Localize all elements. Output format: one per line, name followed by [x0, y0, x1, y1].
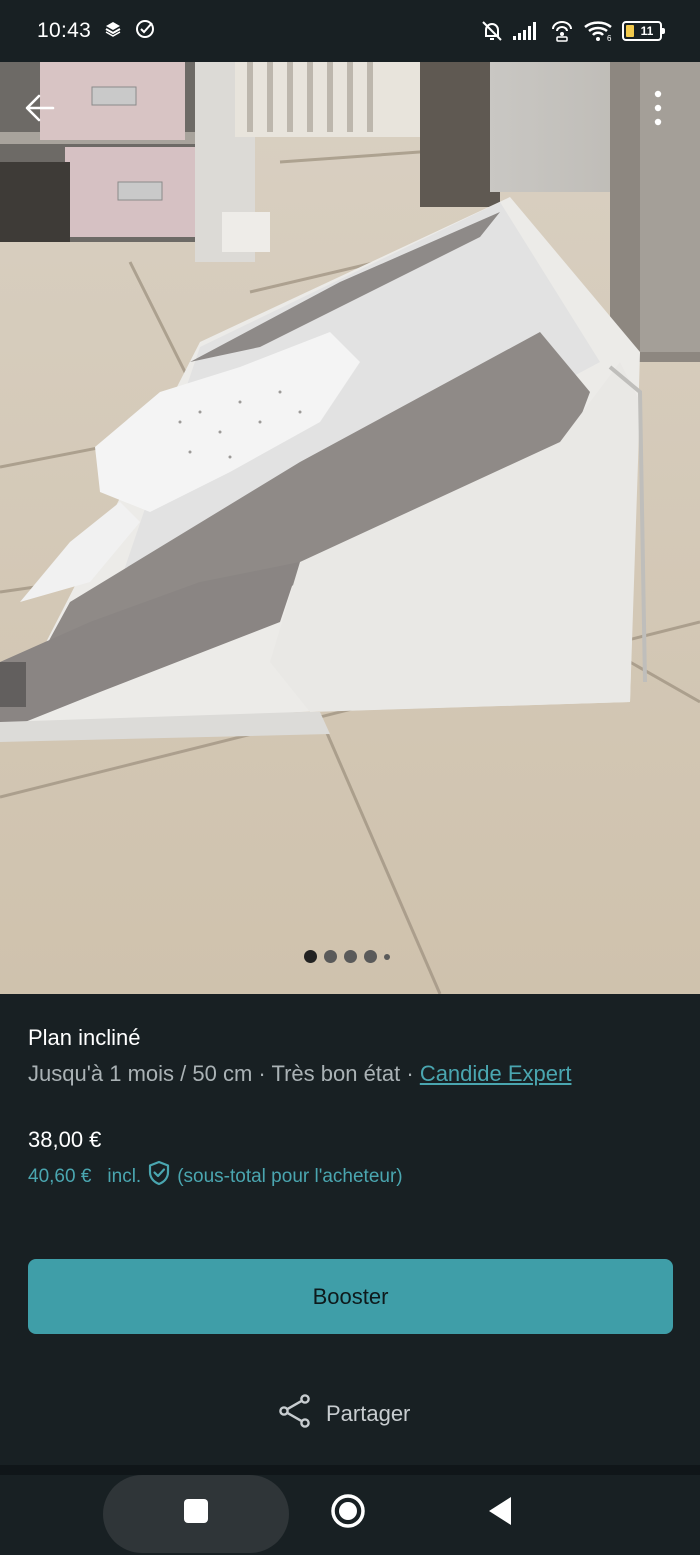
shield-check-icon[interactable]: [147, 1160, 171, 1193]
system-nav-bar: [0, 1475, 700, 1555]
item-info: Plan incliné Jusqu'à 1 mois / 50 cm · Tr…: [28, 1024, 678, 1193]
arrow-left-icon: [25, 94, 55, 127]
back-button[interactable]: [18, 88, 62, 132]
carousel-dot[interactable]: [324, 950, 337, 963]
total-price: 40,60 €: [28, 1165, 92, 1187]
carousel-dot[interactable]: [384, 953, 390, 960]
product-image: [0, 62, 700, 994]
wifi-icon: 6: [583, 20, 613, 42]
more-options-button[interactable]: [636, 86, 680, 134]
status-bar: 10:43 6 11: [0, 0, 700, 62]
signal-icon: [513, 22, 541, 40]
carousel-dot[interactable]: [304, 950, 317, 963]
share-label: Partager: [326, 1401, 411, 1426]
layers-icon: [105, 21, 121, 42]
item-subtitle: Jusqu'à 1 mois / 50 cm · Très bon état ·…: [28, 1060, 678, 1088]
carousel-indicator: [304, 950, 390, 963]
more-vertical-icon: [654, 90, 662, 131]
status-right: 6 11: [480, 19, 665, 43]
item-title: Plan incliné: [28, 1025, 141, 1050]
battery-icon: 11: [622, 21, 665, 41]
recents-square-icon: [183, 1498, 209, 1529]
total-note: (sous-total pour l'acheteur): [177, 1165, 403, 1187]
carousel-dot[interactable]: [364, 950, 377, 963]
home-button[interactable]: [324, 1489, 372, 1537]
hotspot-icon: [550, 20, 574, 42]
total-incl: incl.: [107, 1165, 142, 1187]
share-button[interactable]: Partager: [278, 1392, 410, 1436]
svg-text:6: 6: [607, 34, 612, 42]
recents-button[interactable]: [172, 1493, 220, 1533]
item-photo[interactable]: [0, 62, 700, 994]
check-circle-icon: [135, 19, 155, 44]
booster-button[interactable]: Booster: [28, 1259, 673, 1334]
bell-off-icon: [480, 19, 504, 43]
battery-level: 11: [640, 24, 654, 38]
status-time: 10:43: [37, 19, 92, 42]
nav-divider: [0, 1465, 700, 1475]
buyer-total: 40,60 € incl. (sous-total pour l'acheteu…: [28, 1160, 678, 1193]
home-circle-icon: [330, 1493, 366, 1534]
share-icon: [278, 1394, 312, 1434]
brand-link[interactable]: Candide Expert: [420, 1061, 572, 1086]
back-triangle-icon: [487, 1496, 513, 1531]
status-left: 10:43: [37, 19, 155, 44]
system-back-button[interactable]: [476, 1491, 524, 1535]
carousel-dot[interactable]: [344, 950, 357, 963]
item-price: 38,00 €: [28, 1127, 102, 1152]
item-details: Jusqu'à 1 mois / 50 cm · Très bon état ·: [28, 1061, 420, 1086]
